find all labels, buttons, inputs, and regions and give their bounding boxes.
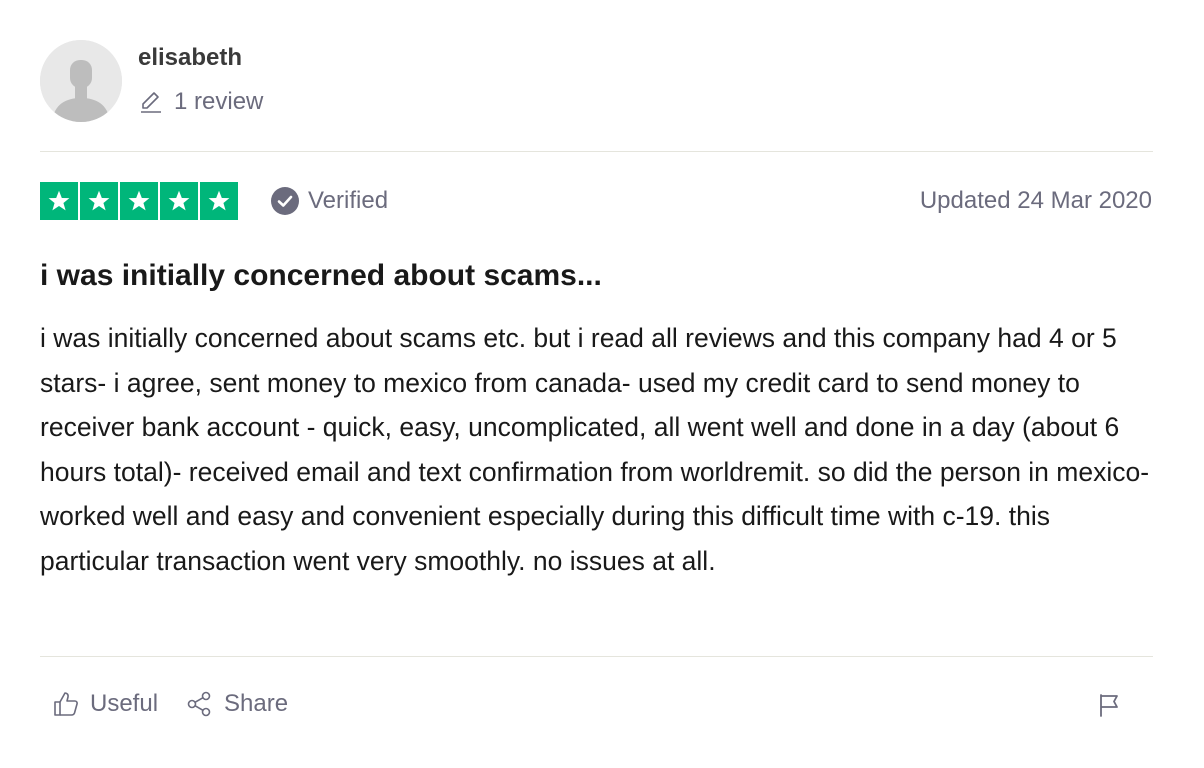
review-date: Updated 24 Mar 2020 bbox=[919, 187, 1152, 214]
share-button[interactable]: Share bbox=[186, 687, 288, 721]
default-user-icon bbox=[40, 40, 122, 122]
divider bbox=[40, 656, 1153, 657]
review-count-label: 1 review bbox=[174, 88, 264, 115]
pencil-icon bbox=[141, 92, 161, 113]
star-icon bbox=[200, 182, 238, 220]
review-actions: Useful Share bbox=[52, 687, 288, 721]
verified-badge[interactable]: Verified bbox=[270, 186, 388, 216]
star-icon bbox=[80, 182, 118, 220]
share-label: Share bbox=[224, 690, 289, 717]
star-icon bbox=[160, 182, 198, 220]
avatar[interactable] bbox=[40, 40, 122, 122]
review-body: i was initially concerned about scams et… bbox=[40, 316, 1150, 583]
star-icon bbox=[40, 182, 78, 220]
review-card: elisabeth 1 review Verified Updated 24 M… bbox=[0, 0, 1204, 768]
review-count: 1 review bbox=[138, 88, 263, 116]
check-circle-icon bbox=[271, 187, 299, 215]
consumer-name[interactable]: elisabeth bbox=[138, 44, 242, 72]
review-text: i was initially concerned about scams et… bbox=[40, 323, 1150, 576]
thumbs-up-icon bbox=[54, 692, 78, 716]
review-title[interactable]: i was initially concerned about scams... bbox=[40, 257, 602, 295]
verified-label: Verified bbox=[308, 187, 389, 214]
star-icon bbox=[120, 182, 158, 220]
star-rating bbox=[40, 182, 238, 220]
useful-label: Useful bbox=[90, 690, 159, 717]
useful-button[interactable]: Useful bbox=[52, 687, 158, 721]
share-icon bbox=[187, 691, 211, 717]
flag-icon[interactable] bbox=[1096, 692, 1122, 718]
divider bbox=[40, 151, 1153, 152]
